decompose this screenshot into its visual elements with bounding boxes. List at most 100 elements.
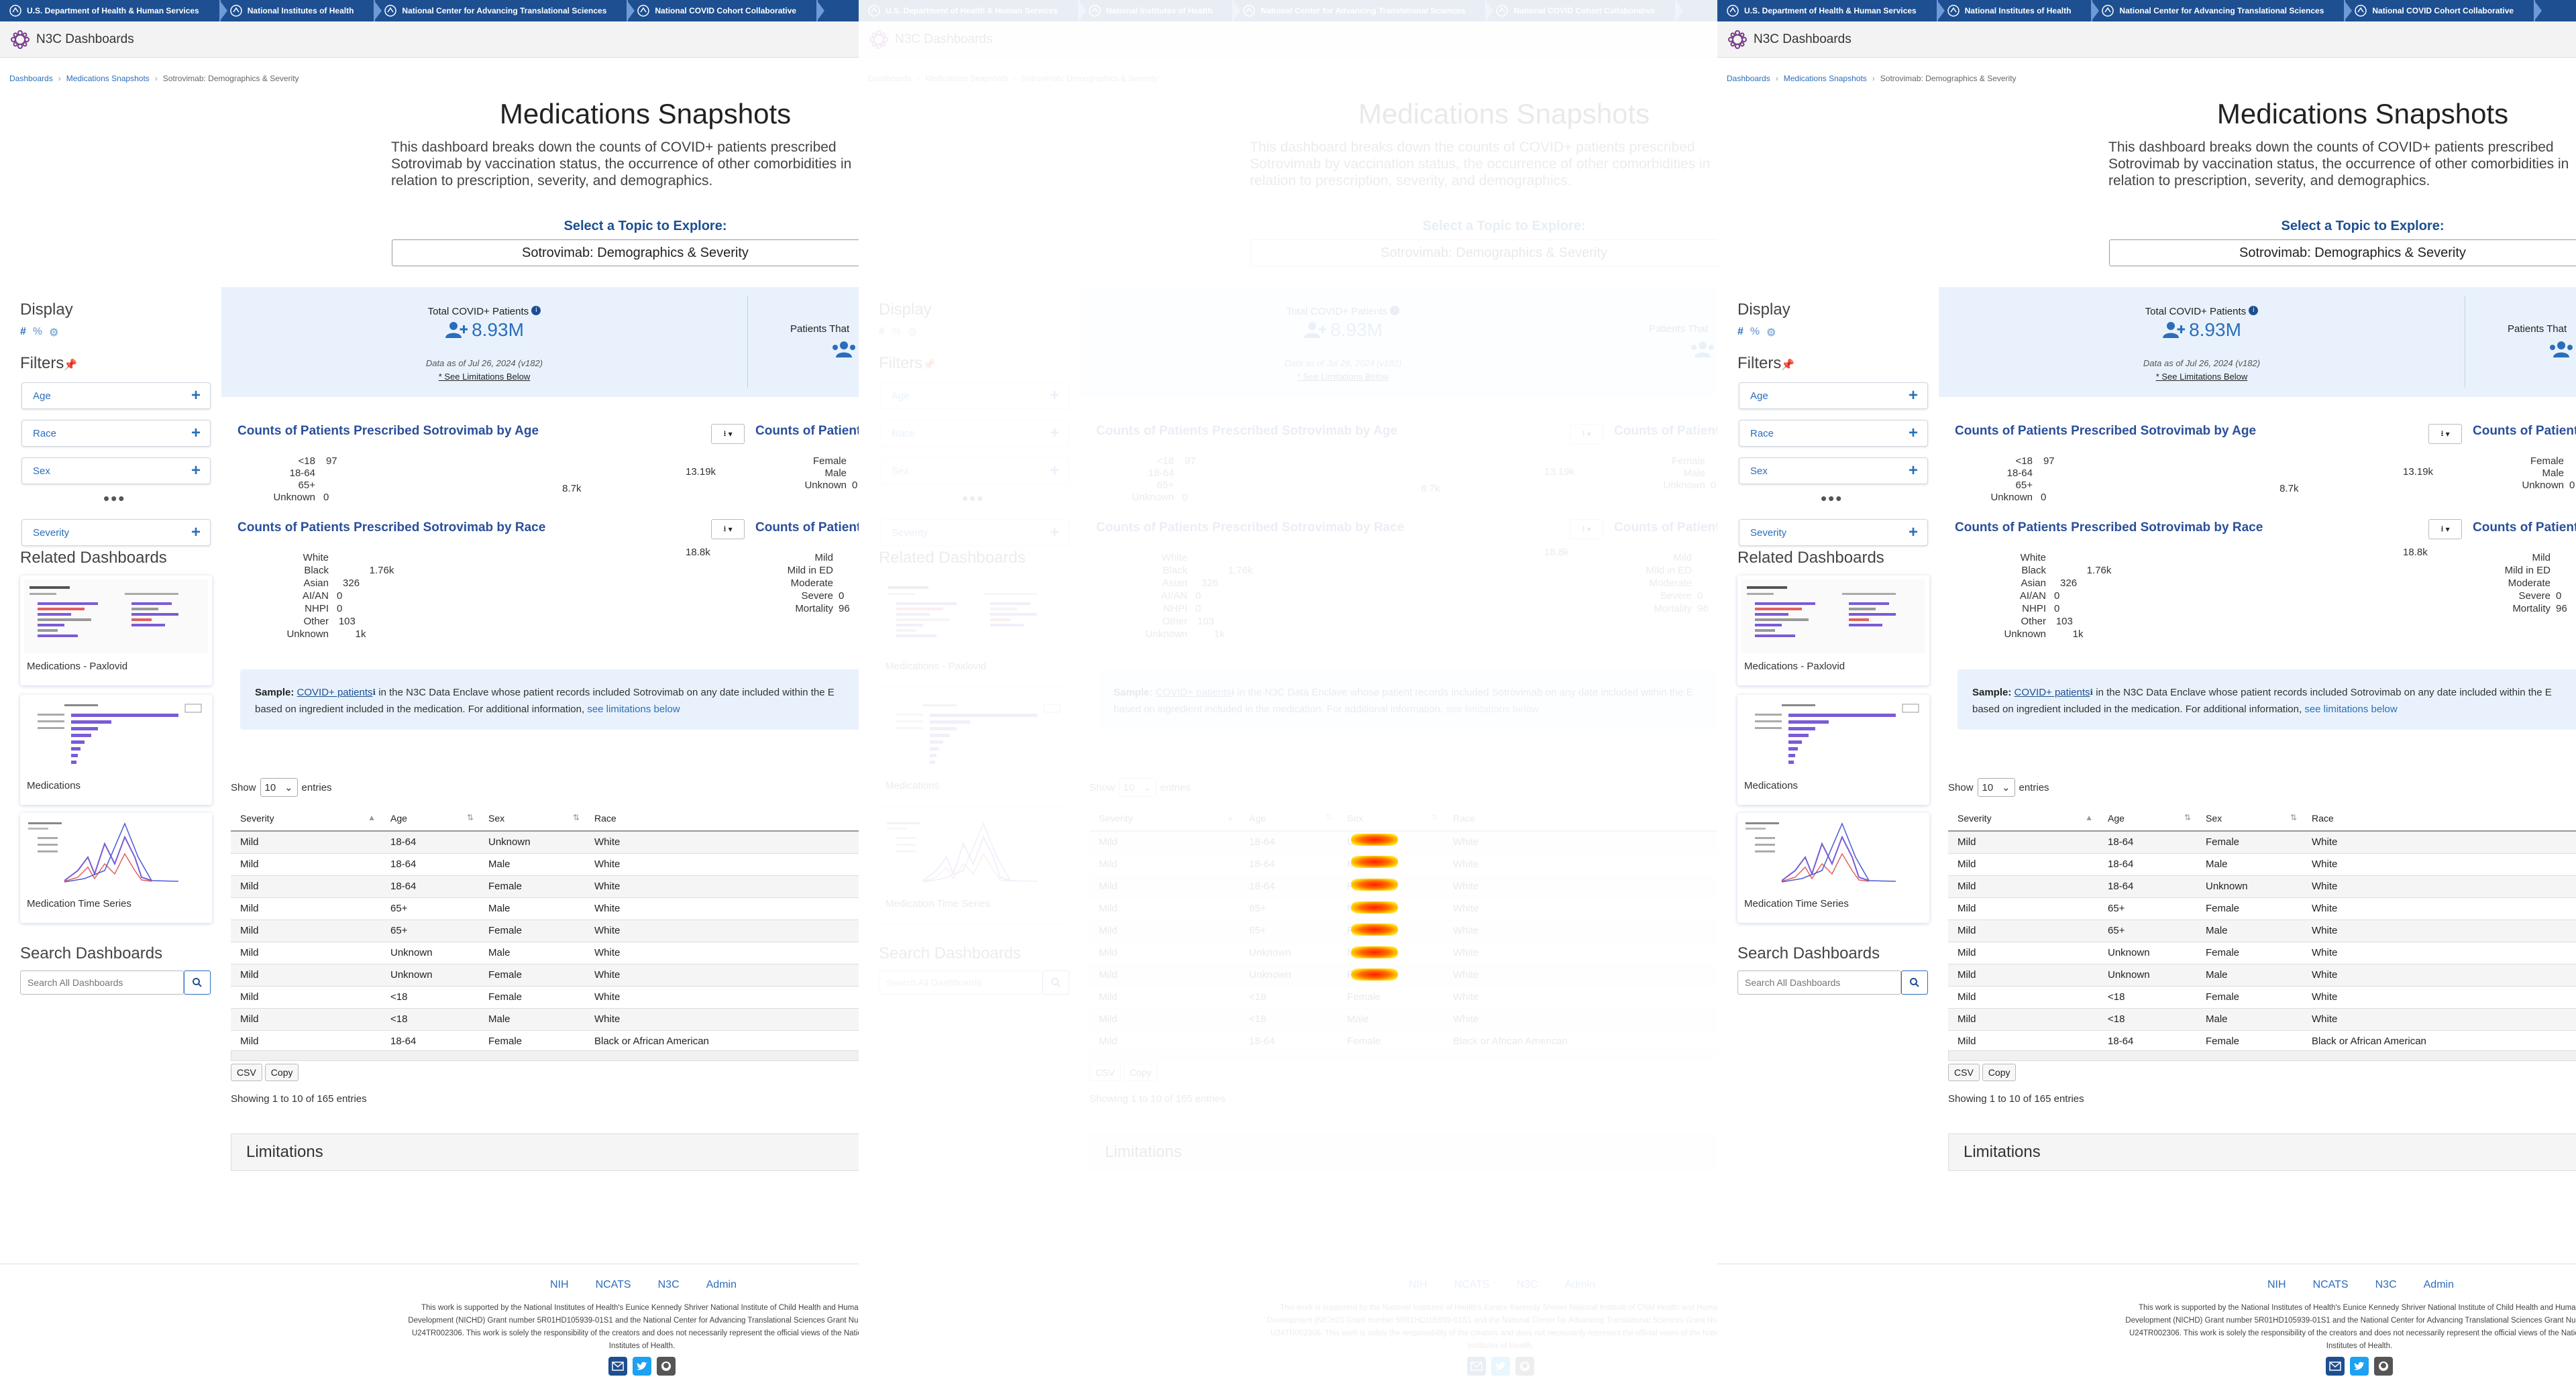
ribbon-link-3[interactable]: National COVID Cohort Collaborative	[2345, 0, 2542, 21]
race-bar[interactable]	[334, 618, 336, 626]
related-dashboard-card[interactable]: Medications - Paxlovid	[20, 575, 212, 685]
percent-mode-icon[interactable]: %	[1750, 326, 1760, 339]
age-bar[interactable]	[2038, 469, 2400, 478]
table-row[interactable]: Mild<18FemaleWhite	[1948, 986, 2576, 1009]
column-header-age[interactable]: Age ⇅	[381, 805, 479, 832]
race-bar[interactable]	[2051, 554, 2400, 562]
n3c-logo-icon[interactable]	[1727, 29, 1748, 50]
filter-severity[interactable]: Severity +	[21, 519, 211, 546]
ribbon-link-2[interactable]: National Center for Advancing Translatio…	[375, 0, 635, 21]
breadcrumb-medications-snapshots[interactable]: Medications Snapshots	[66, 74, 150, 83]
copy-button[interactable]: Copy	[264, 1064, 299, 1081]
column-header-age[interactable]: Age ⇅	[2098, 805, 2196, 832]
age-download-button[interactable]: ⭳▾	[2428, 424, 2462, 444]
table-row[interactable]: Mild18-64FemaleWhite	[231, 875, 859, 898]
related-dashboard-card[interactable]: Medications - Paxlovid	[1737, 575, 1929, 685]
breadcrumb-medications-snapshots[interactable]: Medications Snapshots	[1784, 74, 1867, 83]
filter-age[interactable]: Age +	[1739, 382, 1928, 409]
see-limitations-below-link[interactable]: see limitations below	[2304, 704, 2397, 715]
email-icon[interactable]	[2326, 1357, 2345, 1376]
column-header-race[interactable]: Race⇅	[585, 805, 859, 832]
ribbon-link-1[interactable]: National Institutes of Health	[1937, 0, 2100, 21]
github-icon[interactable]	[657, 1357, 676, 1376]
more-filters-icon[interactable]: •••	[103, 488, 125, 509]
search-input[interactable]	[1737, 970, 1901, 995]
age-download-button[interactable]: ⭳▾	[711, 424, 745, 444]
pin-icon[interactable]: 📌	[1781, 359, 1794, 371]
ribbon-link-2[interactable]: National Center for Advancing Translatio…	[2092, 0, 2353, 21]
twitter-icon[interactable]	[2350, 1357, 2369, 1376]
copy-button[interactable]: Copy	[1982, 1064, 2017, 1081]
settings-icon[interactable]: ⚙	[49, 326, 58, 339]
breadcrumb-dashboards[interactable]: Dashboards	[1727, 74, 1770, 83]
limitations-section[interactable]: Limitations	[231, 1133, 859, 1171]
table-row[interactable]: Mild65+MaleWhite	[1948, 920, 2576, 942]
related-dashboard-card[interactable]: Medication Time Series	[1737, 813, 1929, 923]
race-bar[interactable]	[334, 579, 340, 588]
race-bar[interactable]	[2051, 630, 2070, 638]
filter-age[interactable]: Age +	[21, 382, 211, 409]
table-row[interactable]: Mild18-64UnknownWhite	[231, 831, 859, 854]
topic-select[interactable]: Sotrovimab: Demographics & Severity	[2109, 239, 2576, 266]
related-dashboard-card[interactable]: Medications	[1737, 695, 1929, 805]
breadcrumb-dashboards[interactable]: Dashboards	[9, 74, 53, 83]
column-header-severity[interactable]: Severity ▲	[231, 805, 381, 832]
horizontal-scrollbar[interactable]	[231, 1050, 859, 1061]
settings-icon[interactable]: ⚙	[1766, 326, 1776, 339]
info-icon[interactable]: i	[531, 306, 541, 315]
more-filters-icon[interactable]: •••	[1821, 488, 1843, 509]
race-bar[interactable]	[2051, 579, 2057, 588]
table-row[interactable]: Mild65+MaleWhite	[231, 897, 859, 920]
horizontal-scrollbar[interactable]	[1948, 1050, 2576, 1061]
race-download-button[interactable]: ⭳▾	[711, 519, 745, 539]
column-header-race[interactable]: Race⇅	[2302, 805, 2576, 832]
race-bar[interactable]	[2051, 618, 2053, 626]
age-bar[interactable]	[321, 482, 559, 490]
table-row[interactable]: MildUnknownFemaleWhite	[231, 964, 859, 987]
race-bar[interactable]	[2051, 567, 2084, 575]
info-icon[interactable]: i	[2249, 306, 2259, 315]
topic-select[interactable]: Sotrovimab: Demographics & Severity	[392, 239, 859, 266]
footer-link-admin[interactable]: Admin	[706, 1279, 737, 1291]
twitter-icon[interactable]	[633, 1357, 651, 1376]
see-limitations-link[interactable]: * See Limitations Below	[1939, 372, 2465, 382]
race-download-button[interactable]: ⭳▾	[2428, 519, 2462, 539]
column-header-sex[interactable]: Sex ⇅	[479, 805, 585, 832]
see-limitations-below-link[interactable]: see limitations below	[587, 704, 680, 715]
footer-link-nih[interactable]: NIH	[550, 1279, 569, 1291]
email-icon[interactable]	[608, 1357, 627, 1376]
csv-button[interactable]: CSV	[231, 1064, 262, 1081]
table-row[interactable]: MildUnknownMaleWhite	[231, 942, 859, 964]
filter-sex[interactable]: Sex +	[1739, 457, 1928, 484]
filter-severity[interactable]: Severity +	[1739, 519, 1928, 546]
percent-mode-icon[interactable]: %	[33, 326, 42, 339]
ribbon-link-0[interactable]: U.S. Department of Health & Human Servic…	[0, 0, 227, 21]
footer-link-nih[interactable]: NIH	[2267, 1279, 2286, 1291]
race-bar[interactable]	[334, 554, 683, 562]
race-bar[interactable]	[334, 567, 367, 575]
search-input[interactable]	[20, 970, 184, 995]
footer-link-admin[interactable]: Admin	[2424, 1279, 2454, 1291]
app-title[interactable]: N3C Dashboards	[36, 32, 134, 47]
age-bar[interactable]	[321, 469, 683, 478]
footer-link-ncats[interactable]: NCATS	[2313, 1279, 2349, 1291]
table-row[interactable]: MildUnknownMaleWhite	[1948, 964, 2576, 987]
covid-patients-link[interactable]: COVID+ patients	[2015, 687, 2090, 698]
column-header-severity[interactable]: Severity ▲	[1948, 805, 2098, 832]
see-limitations-link[interactable]: * See Limitations Below	[221, 372, 747, 382]
age-bar[interactable]	[2038, 482, 2277, 490]
table-row[interactable]: Mild65+FemaleWhite	[231, 920, 859, 942]
search-button[interactable]	[184, 970, 211, 995]
ribbon-link-0[interactable]: U.S. Department of Health & Human Servic…	[1717, 0, 1945, 21]
filter-race[interactable]: Race +	[1739, 420, 1928, 447]
related-dashboard-card[interactable]: Medications	[20, 695, 212, 805]
limitations-section[interactable]: Limitations	[1948, 1133, 2576, 1171]
footer-link-n3c[interactable]: N3C	[2375, 1279, 2397, 1291]
table-row[interactable]: Mild<18MaleWhite	[1948, 1008, 2576, 1031]
table-row[interactable]: Mild18-64FemaleBlack or African American	[1948, 1030, 2576, 1053]
count-mode-icon[interactable]: #	[20, 326, 26, 339]
covid-patients-link[interactable]: COVID+ patients	[297, 687, 373, 698]
table-row[interactable]: MildUnknownFemaleWhite	[1948, 942, 2576, 964]
table-row[interactable]: Mild<18MaleWhite	[231, 1008, 859, 1031]
app-title[interactable]: N3C Dashboards	[1754, 32, 1851, 47]
